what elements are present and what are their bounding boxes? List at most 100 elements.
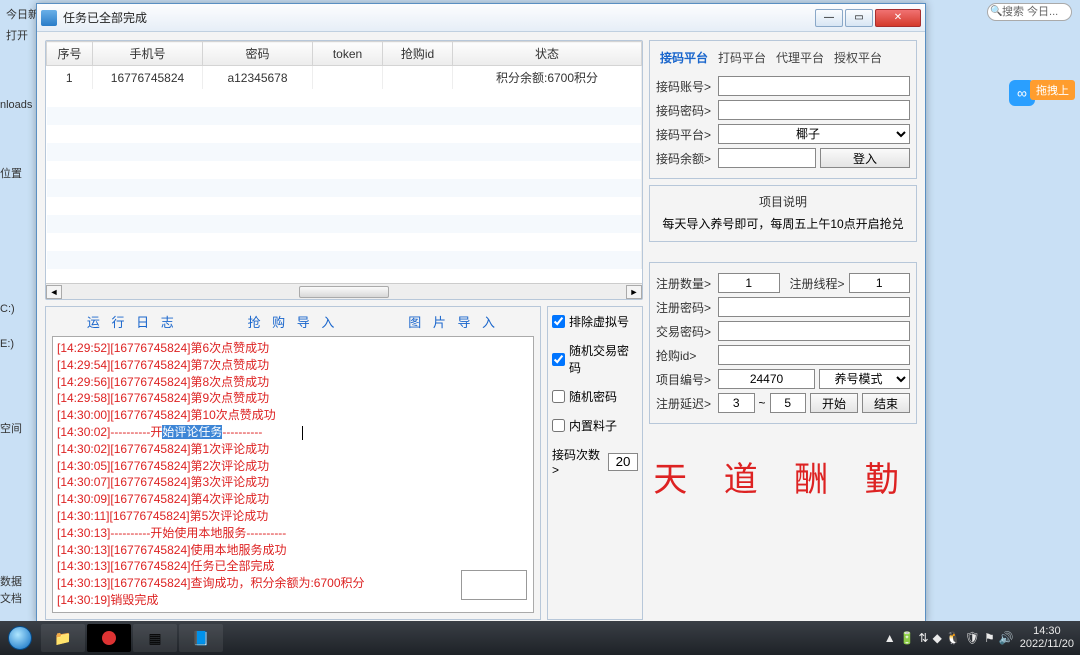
log-line: [14:30:05][16776745824]第2次评论成功: [57, 458, 529, 475]
log-line: [14:30:13][16776745824]查询成功，积分余额为:6700积分: [57, 575, 529, 592]
col-id[interactable]: 抢购id: [383, 42, 453, 66]
bg-downloads: nloads: [0, 99, 32, 111]
img-import-tab[interactable]: 图 片 导 入: [408, 312, 499, 331]
task-notes[interactable]: 📘: [179, 624, 223, 652]
reg-thread-input[interactable]: [849, 273, 911, 293]
project-no-label: 项目编号>: [656, 371, 714, 388]
reg-pwd-input[interactable]: [718, 297, 910, 317]
desc-text: 每天导入养号即可，每周五上午10点开启抢兑: [656, 214, 910, 236]
log-textarea[interactable]: [14:29:52][16776745824]第6次点赞成功[14:29:54]…: [52, 336, 534, 613]
code-account-input[interactable]: [718, 76, 910, 96]
log-line: [14:29:58][16776745824]第9次点赞成功: [57, 390, 529, 407]
tab-captcha-platform[interactable]: 打码平台: [718, 49, 766, 66]
task-recorder[interactable]: [87, 624, 131, 652]
motto-text: 天 道 酬 勤: [649, 430, 917, 507]
reg-count-label: 注册数量>: [656, 275, 714, 292]
project-no-input[interactable]: [718, 369, 815, 389]
taskbar[interactable]: 📁 ▦ 📘 ▲ 🔋 ⇅ ◆ 🐧 🛡 ⚑ 🔊 14:30 2022/11/20: [0, 621, 1080, 655]
check-builtin[interactable]: 内置料子: [552, 417, 638, 434]
platform-tabs: 接码平台 打码平台 代理平台 授权平台: [656, 47, 910, 72]
task-app[interactable]: ▦: [133, 624, 177, 652]
bg-e: E:): [0, 338, 14, 350]
mode-select[interactable]: 养号模式: [819, 369, 910, 389]
log-line: [14:30:13][16776745824]使用本地服务成功: [57, 542, 529, 559]
platform-panel: 接码平台 打码平台 代理平台 授权平台 接码账号> 接码密码> 接码平台> 椰子: [649, 40, 917, 179]
log-line: [14:30:13]----------开始使用本地服务----------: [57, 525, 529, 542]
code-balance-input[interactable]: [718, 148, 816, 168]
main-window: 任务已全部完成 — ▭ ✕ 序号 手机号 密码 token 抢购id 状态: [36, 3, 926, 623]
drag-upload[interactable]: 拖拽上: [1030, 80, 1075, 100]
run-log-tab[interactable]: 运 行 日 志: [87, 312, 178, 331]
bg-open: 打开: [6, 27, 28, 43]
tilde: ~: [759, 396, 766, 410]
table-scrollbar[interactable]: ◄ ►: [46, 283, 642, 299]
tray-sound-icon[interactable]: 🔊: [999, 631, 1014, 645]
trade-pwd-input[interactable]: [718, 321, 910, 341]
tray-flag-icon[interactable]: ⚑: [984, 631, 995, 645]
log-line-selected: [14:30:02]----------开始评论任务----------: [57, 424, 529, 441]
tab-auth-platform[interactable]: 授权平台: [834, 49, 882, 66]
end-button[interactable]: 结束: [862, 393, 910, 413]
description-panel: 项目说明 每天导入养号即可，每周五上午10点开启抢兑: [649, 185, 917, 242]
log-line: [14:30:11][16776745824]第5次评论成功: [57, 508, 529, 525]
reg-count-input[interactable]: [718, 273, 780, 293]
log-line: [14:30:02][16776745824]第1次评论成功: [57, 441, 529, 458]
tab-proxy-platform[interactable]: 代理平台: [776, 49, 824, 66]
log-line: [14:30:19]销毁完成: [57, 592, 529, 609]
start-button[interactable]: [0, 621, 40, 655]
log-line: [14:30:07][16776745824]第3次评论成功: [57, 474, 529, 491]
login-button[interactable]: 登入: [820, 148, 910, 168]
close-button[interactable]: ✕: [875, 9, 921, 27]
cell-id: [383, 66, 453, 90]
delay-to-input[interactable]: [770, 393, 807, 413]
bg-file: 文档: [0, 590, 22, 606]
bg-data: 数据: [0, 573, 22, 589]
code-platform-select[interactable]: 椰子: [718, 124, 910, 144]
code-pwd-label: 接码密码>: [656, 102, 714, 119]
account-table[interactable]: 序号 手机号 密码 token 抢购id 状态 1 16776745824 a1…: [46, 41, 642, 269]
col-pwd[interactable]: 密码: [203, 42, 313, 66]
tray-qq-icon[interactable]: 🐧: [946, 631, 961, 645]
trade-pwd-label: 交易密码>: [656, 323, 714, 340]
scroll-left-icon[interactable]: ◄: [46, 285, 62, 299]
col-status[interactable]: 状态: [453, 42, 642, 66]
log-preview-box: [461, 570, 527, 600]
check-exclude-virtual[interactable]: 排除虚拟号: [552, 313, 638, 330]
buy-import-tab[interactable]: 抢 购 导 入: [248, 312, 339, 331]
scroll-right-icon[interactable]: ►: [626, 285, 642, 299]
code-times-input[interactable]: [608, 453, 638, 471]
window-title: 任务已全部完成: [63, 9, 815, 26]
code-pwd-input[interactable]: [718, 100, 910, 120]
tray-icon[interactable]: ▲: [884, 631, 896, 645]
check-random-pwd[interactable]: 随机密码: [552, 388, 638, 405]
cell-token: [313, 66, 383, 90]
taskbar-clock[interactable]: 14:30 2022/11/20: [1020, 625, 1074, 651]
code-account-label: 接码账号>: [656, 78, 714, 95]
app-icon: [41, 10, 57, 26]
col-phone[interactable]: 手机号: [93, 42, 203, 66]
tray-battery-icon[interactable]: 🔋: [900, 631, 915, 645]
tab-code-platform[interactable]: 接码平台: [660, 49, 708, 66]
log-line: [14:29:52][16776745824]第6次点赞成功: [57, 340, 529, 357]
col-token[interactable]: token: [313, 42, 383, 66]
scroll-thumb[interactable]: [299, 286, 389, 298]
delay-label: 注册延迟>: [656, 395, 714, 412]
buy-id-input[interactable]: [718, 345, 910, 365]
bg-c: C:): [0, 303, 15, 315]
minimize-button[interactable]: —: [815, 9, 843, 27]
log-panel: 运 行 日 志 抢 购 导 入 图 片 导 入 [14:29:52][16776…: [45, 306, 541, 620]
start-button[interactable]: 开始: [810, 393, 858, 413]
task-explorer[interactable]: 📁: [41, 624, 85, 652]
tray-net-icon[interactable]: ⇅: [919, 631, 929, 645]
search-input[interactable]: 搜索 今日...: [987, 3, 1072, 21]
check-random-trade-pwd[interactable]: 随机交易密码: [552, 342, 638, 376]
maximize-button[interactable]: ▭: [845, 9, 873, 27]
tray-app-icon[interactable]: ◆: [933, 631, 942, 645]
table-row[interactable]: 1 16776745824 a12345678 积分余额:6700积分: [47, 66, 642, 90]
delay-from-input[interactable]: [718, 393, 755, 413]
cell-phone: 16776745824: [93, 66, 203, 90]
tray-shield-icon[interactable]: 🛡: [965, 631, 980, 645]
col-index[interactable]: 序号: [47, 42, 93, 66]
system-tray[interactable]: ▲ 🔋 ⇅ ◆ 🐧 🛡 ⚑ 🔊 14:30 2022/11/20: [884, 625, 1080, 651]
titlebar[interactable]: 任务已全部完成 — ▭ ✕: [37, 4, 925, 32]
